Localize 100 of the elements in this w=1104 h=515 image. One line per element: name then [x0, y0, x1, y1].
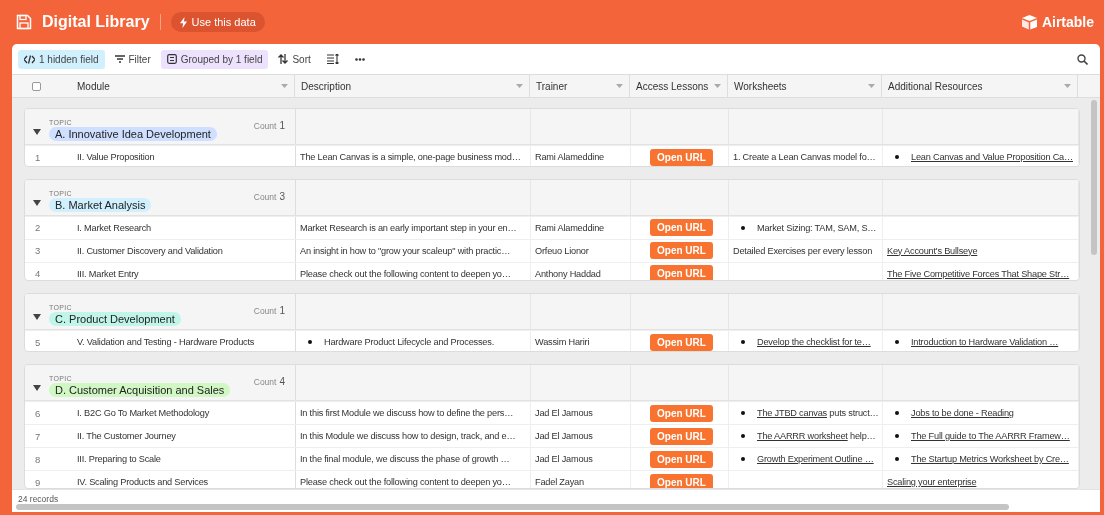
- bullet-icon: [741, 340, 745, 345]
- hidden-button[interactable]: 1 hidden field: [18, 49, 105, 69]
- link[interactable]: The Full guide to The AARRR Framew…: [911, 431, 1070, 442]
- count-value: 1: [279, 120, 285, 131]
- caret-icon: [1064, 84, 1071, 88]
- topic-tag: C. Product Development: [49, 312, 181, 327]
- count-label: Count: [253, 121, 277, 131]
- bullet-icon: [895, 457, 899, 462]
- column-header[interactable]: Module: [77, 80, 281, 92]
- link[interactable]: Growth Experiment Outline …: [757, 454, 874, 465]
- row-number: 8: [35, 453, 42, 465]
- count-value: 3: [279, 190, 285, 202]
- column-header[interactable]: Access Lessons: [636, 80, 709, 92]
- link[interactable]: The JTBD canvas: [757, 408, 827, 419]
- link[interactable]: Develop the checklist for te…: [757, 337, 871, 348]
- lightning-icon: [179, 16, 187, 28]
- cell-text: I. B2C Go To Market Methodology: [77, 408, 210, 419]
- topic-tag: B. Market Analysis: [49, 197, 152, 212]
- row-height-icon: [326, 54, 339, 64]
- hide-icon: [24, 54, 35, 64]
- count-value: 1: [279, 305, 285, 317]
- link[interactable]: The Startup Metrics Worksheet by Cre…: [911, 454, 1069, 465]
- link[interactable]: Jobs to be done - Reading: [911, 408, 1014, 419]
- collapse-icon[interactable]: [33, 314, 41, 321]
- count-label: Count: [253, 306, 277, 317]
- link[interactable]: Key Account's Bullseye: [887, 245, 978, 256]
- bullet-icon: [741, 434, 745, 439]
- column-header[interactable]: Worksheets: [734, 80, 787, 92]
- cell-text: In this first Module we discuss how to define the pers…: [300, 408, 514, 419]
- group-button[interactable]: Grouped by 1 field: [160, 49, 269, 69]
- bullet-icon: [741, 457, 745, 462]
- link[interactable]: The Five Competitive Forces That Shape Str…: [887, 268, 1070, 279]
- checkbox[interactable]: [32, 81, 41, 91]
- column-header[interactable]: Trainer: [536, 80, 568, 92]
- row-number: 7: [35, 430, 42, 442]
- bullet-icon: [895, 155, 899, 159]
- caret-icon: [516, 84, 523, 88]
- count-label: Count: [253, 191, 277, 202]
- brand-name: Airtable: [1041, 14, 1094, 30]
- cell-text: II. The Customer Journey: [77, 431, 176, 442]
- cell-text: The Lean Canvas is a simple, one-page business mod…: [300, 152, 521, 162]
- sort-icon: [278, 54, 289, 64]
- bullet-icon: [895, 434, 899, 439]
- cell-text: Anthony Haddad: [535, 268, 601, 279]
- logo-icon: [1020, 14, 1038, 30]
- link[interactable]: Lean Canvas and Value Proposition Ca…: [911, 152, 1073, 162]
- base-title: Digital Library: [42, 13, 150, 31]
- cell-text: III. Market Entry: [77, 268, 139, 279]
- column-header[interactable]: Additional Resources: [888, 80, 983, 92]
- cell-text: III. Preparing to Scale: [77, 454, 161, 465]
- column-header[interactable]: Description: [301, 80, 352, 92]
- record-count: 24 records: [18, 494, 59, 504]
- bullet-icon: [741, 411, 745, 416]
- link[interactable]: Scaling your enterprise: [887, 477, 977, 488]
- cell-text: I. Market Research: [77, 222, 151, 233]
- row-number: 1: [35, 151, 42, 163]
- cell-text: 1. Create a Lean Canvas model fo…: [733, 152, 876, 162]
- caret-icon: [868, 84, 875, 88]
- cell-text: Please check out the following content to deepen yo…: [300, 477, 511, 488]
- filter-button[interactable]: Filter: [108, 49, 157, 69]
- sort-button[interactable]: Sort: [272, 49, 317, 69]
- cell-text: In this Module we discuss how to design, track, and e…: [300, 431, 516, 442]
- bullet-icon: [741, 225, 745, 230]
- topic-tag: A. Innovative Idea Development: [49, 127, 217, 141]
- cell-text: Rami Alameddine: [535, 222, 604, 233]
- save-icon: [16, 14, 32, 30]
- row-number: 5: [35, 336, 42, 348]
- row-number: 6: [35, 407, 42, 419]
- cell-text: An insight in how to "grow your scaleup" with practic…: [300, 245, 511, 256]
- cell-text: Market Research is an early important step in your en…: [300, 222, 517, 233]
- cell-text: Fadel Zayan: [535, 477, 584, 488]
- bullet-icon: [308, 340, 312, 345]
- caret-icon: [281, 84, 288, 88]
- collapse-icon[interactable]: [33, 199, 41, 206]
- use-data-button[interactable]: Use this data: [170, 12, 265, 32]
- collapse-icon[interactable]: [33, 129, 41, 135]
- search-icon[interactable]: [1077, 53, 1088, 65]
- cell-text: Market Sizing: TAM, SAM, S…: [757, 222, 877, 233]
- cell-text: In the final module, we discuss the phase of growth …: [300, 454, 510, 465]
- row-number: 3: [35, 245, 42, 257]
- count-value: 4: [279, 376, 285, 388]
- cell-text: Jad El Jamous: [535, 454, 593, 465]
- cell-text: II. Customer Discovery and Validation: [77, 245, 223, 256]
- cell-text: IV. Scaling Products and Services: [77, 477, 208, 488]
- filter-icon: [114, 55, 125, 63]
- cell-text: Detailed Exercises per every lesson: [733, 245, 873, 256]
- bullet-icon: [895, 340, 899, 345]
- cell-text: V. Validation and Testing - Hardware Products: [77, 337, 255, 348]
- collapse-icon[interactable]: [33, 385, 41, 392]
- cell-text: Wassim Hariri: [535, 337, 590, 348]
- row-number: 4: [35, 268, 42, 280]
- bullet-icon: [895, 411, 899, 416]
- link[interactable]: The AARRR worksheet: [757, 431, 848, 442]
- cell-text: The AARRR worksheet help…: [757, 431, 876, 442]
- link[interactable]: Introduction to Hardware Validation …: [911, 337, 1059, 348]
- cell-text: Please check out the following content to deepen yo…: [300, 268, 511, 279]
- count-label: Count: [253, 377, 277, 388]
- cell-text: The JTBD canvas puts struct…: [757, 408, 879, 419]
- group-icon: [166, 54, 177, 64]
- cell-text: Orfeuo Lionor: [535, 245, 589, 256]
